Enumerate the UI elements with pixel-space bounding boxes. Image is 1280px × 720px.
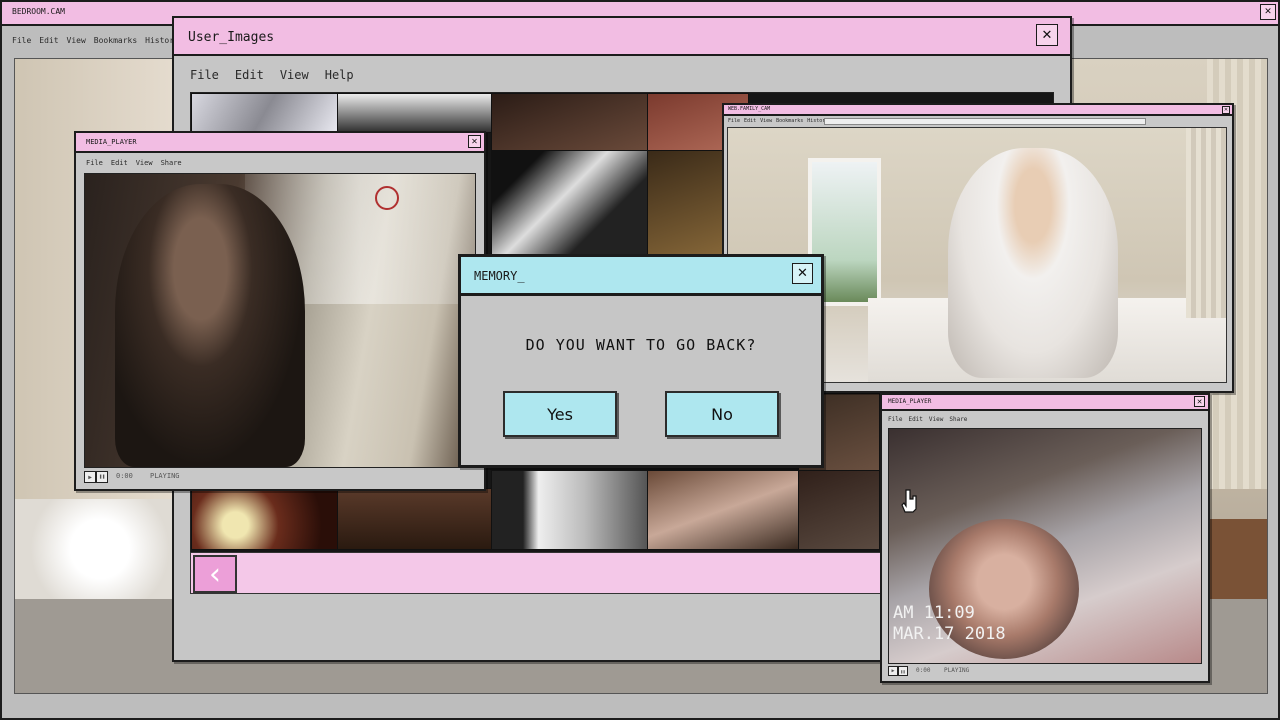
menu-bookmarks[interactable]: Bookmarks — [94, 36, 137, 45]
menu-view[interactable]: View — [136, 159, 153, 167]
menu-help[interactable]: Help — [325, 68, 354, 82]
no-button[interactable]: No — [665, 391, 779, 437]
image-thumbnail[interactable] — [191, 488, 338, 550]
media-player-left-title: MEDIA_PLAYER — [86, 138, 137, 146]
media-player-right-controls: ▶ ❚❚ 0:00 PLAYING — [888, 666, 1200, 676]
memory-dialog-question: DO YOU WANT TO GO BACK? — [525, 336, 757, 354]
close-icon[interactable]: ✕ — [792, 263, 813, 284]
bedroom-rug — [15, 499, 185, 599]
menu-share[interactable]: Share — [949, 416, 967, 423]
menu-edit[interactable]: Edit — [908, 416, 922, 423]
menu-file[interactable]: File — [86, 159, 103, 167]
menu-file[interactable]: File — [190, 68, 219, 82]
memory-dialog-titlebar[interactable]: MEMORY_ ✕ — [461, 257, 821, 296]
woman-on-bed — [948, 148, 1118, 378]
vhs-timestamp-date: MAR.17 2018 — [893, 624, 1006, 644]
image-thumbnail[interactable] — [491, 93, 648, 151]
close-icon[interactable]: ✕ — [1194, 396, 1205, 407]
yes-button[interactable]: Yes — [503, 391, 617, 437]
user-images-titlebar[interactable]: User_Images ✕ — [174, 18, 1070, 56]
media-player-right-video: AM 11:09 MAR.17 2018 — [888, 428, 1202, 664]
media-player-right-menubar: File Edit View Share — [888, 416, 1208, 423]
media-player-right-status: PLAYING — [944, 667, 970, 674]
play-icon[interactable]: ▶ — [888, 666, 898, 676]
menu-edit[interactable]: Edit — [39, 36, 58, 45]
curtain-right — [1186, 128, 1226, 318]
media-player-left-window: MEDIA_PLAYER ✕ File Edit View Share ▶ ❚❚… — [74, 131, 486, 491]
image-thumbnail[interactable] — [647, 470, 799, 550]
media-player-right-titlebar[interactable]: MEDIA_PLAYER ✕ — [882, 395, 1208, 411]
close-icon[interactable]: ✕ — [1222, 106, 1230, 114]
memory-dialog-title: MEMORY_ — [474, 269, 525, 283]
play-icon[interactable]: ▶ — [84, 471, 96, 483]
media-player-left-status: PLAYING — [150, 472, 180, 480]
image-thumbnail[interactable] — [337, 488, 492, 550]
image-thumbnail[interactable] — [337, 93, 492, 133]
bedroom-dresser — [1207, 519, 1267, 599]
menu-share[interactable]: Share — [161, 159, 182, 167]
image-thumbnail[interactable] — [491, 150, 648, 256]
menu-view[interactable]: View — [67, 36, 86, 45]
memory-dialog: MEMORY_ ✕ DO YOU WANT TO GO BACK? Yes No — [458, 254, 824, 468]
image-thumbnail[interactable] — [798, 470, 880, 550]
media-player-left-video — [84, 173, 476, 468]
media-player-left-titlebar[interactable]: MEDIA_PLAYER ✕ — [76, 133, 484, 153]
media-player-left-menubar: File Edit View Share — [86, 159, 484, 167]
user-images-title: User_Images — [188, 30, 275, 45]
menu-file[interactable]: File — [888, 416, 902, 423]
image-thumbnail[interactable] — [191, 93, 338, 133]
menu-view[interactable]: View — [929, 416, 943, 423]
close-icon[interactable]: ✕ — [1260, 4, 1276, 20]
user-images-menubar: File Edit View Help — [190, 68, 1070, 82]
menu-view[interactable]: View — [280, 68, 309, 82]
menu-edit[interactable]: Edit — [111, 159, 128, 167]
menu-file[interactable]: File — [728, 118, 740, 124]
menu-edit[interactable]: Edit — [744, 118, 756, 124]
pause-icon[interactable]: ❚❚ — [898, 666, 908, 676]
close-icon[interactable]: ✕ — [1036, 24, 1058, 46]
close-icon[interactable]: ✕ — [468, 135, 481, 148]
menu-file[interactable]: File — [12, 36, 31, 45]
chevron-left-icon[interactable]: ‹ — [193, 555, 237, 593]
menu-view[interactable]: View — [760, 118, 772, 124]
pointer-cursor-icon — [901, 489, 919, 513]
bedroom-cam-title: BEDROOM.CAM — [12, 7, 65, 16]
pause-icon[interactable]: ❚❚ — [96, 471, 108, 483]
menu-bookmarks[interactable]: Bookmarks — [776, 118, 803, 124]
image-thumbnail[interactable] — [491, 470, 648, 550]
media-player-left-time: 0:00 — [116, 472, 133, 480]
webcam-titlebar[interactable]: WEB.FAMILY_CAM ✕ — [724, 105, 1232, 116]
woman-silhouette — [115, 184, 305, 467]
media-player-right-window: MEDIA_PLAYER ✕ File Edit View Share AM 1… — [880, 393, 1210, 683]
media-player-right-time: 0:00 — [916, 667, 931, 674]
vhs-timestamp-time: AM 11:09 — [893, 603, 975, 623]
webcam-title: WEB.FAMILY_CAM — [728, 106, 771, 112]
media-player-right-title: MEDIA_PLAYER — [888, 398, 932, 405]
no-smoking-icon — [375, 186, 399, 210]
webcam-address-bar[interactable] — [824, 118, 1146, 125]
media-player-left-controls: ▶ ❚❚ 0:00 PLAYING — [84, 471, 474, 483]
menu-edit[interactable]: Edit — [235, 68, 264, 82]
